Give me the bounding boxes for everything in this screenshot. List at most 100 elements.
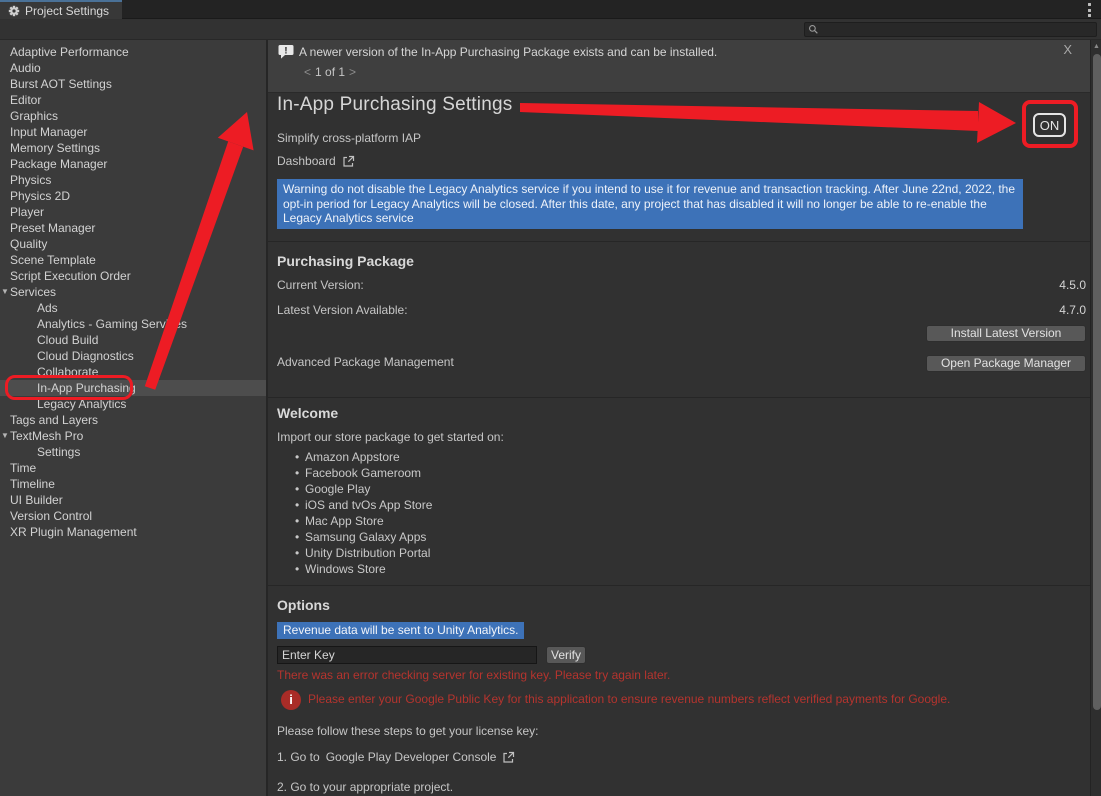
alert-icon: ! xyxy=(278,44,295,63)
sidebar-item-audio[interactable]: Audio xyxy=(0,60,266,76)
sidebar-item-label: Physics xyxy=(10,173,51,187)
sidebar-item-settings[interactable]: Settings xyxy=(0,444,266,460)
sidebar-item-quality[interactable]: Quality xyxy=(0,236,266,252)
sidebar-item-scene-template[interactable]: Scene Template xyxy=(0,252,266,268)
tab-project-settings[interactable]: Project Settings xyxy=(0,0,122,19)
notification-message: A newer version of the In-App Purchasing… xyxy=(299,45,717,59)
sidebar-item-adaptive-performance[interactable]: Adaptive Performance xyxy=(0,44,266,60)
sidebar-item-cloud-build[interactable]: Cloud Build xyxy=(0,332,266,348)
store-name: Unity Distribution Portal xyxy=(305,546,430,560)
sidebar-item-burst-aot-settings[interactable]: Burst AOT Settings xyxy=(0,76,266,92)
store-name: iOS and tvOs App Store xyxy=(305,498,432,512)
sidebar-item-cloud-diagnostics[interactable]: Cloud Diagnostics xyxy=(0,348,266,364)
google-key-notice: Please enter your Google Public Key for … xyxy=(308,692,950,706)
sidebar-item-label: Analytics - Gaming Services xyxy=(37,317,187,331)
bullet-icon: • xyxy=(295,497,305,513)
step-2-text: 2. Go to your appropriate project. xyxy=(277,780,453,794)
sidebar-item-timeline[interactable]: Timeline xyxy=(0,476,266,492)
sidebar-item-player[interactable]: Player xyxy=(0,204,266,220)
sidebar-item-input-manager[interactable]: Input Manager xyxy=(0,124,266,140)
purchasing-package-heading: Purchasing Package xyxy=(277,253,414,269)
sidebar-item-legacy-analytics[interactable]: Legacy Analytics xyxy=(0,396,266,412)
close-icon[interactable]: X xyxy=(1063,42,1072,57)
sidebar-item-label: UI Builder xyxy=(10,493,63,507)
sidebar-item-preset-manager[interactable]: Preset Manager xyxy=(0,220,266,236)
sidebar-item-xr-plugin-management[interactable]: XR Plugin Management xyxy=(0,524,266,540)
scroll-up-icon[interactable]: ▲ xyxy=(1091,41,1101,52)
sidebar-item-physics[interactable]: Physics xyxy=(0,172,266,188)
bullet-icon: • xyxy=(295,545,305,561)
google-play-console-link[interactable]: Google Play Developer Console xyxy=(326,750,497,764)
page-title: In-App Purchasing Settings xyxy=(277,94,512,116)
store-list-item: •Google Play xyxy=(295,481,432,497)
info-icon: i xyxy=(281,690,301,710)
external-link-icon[interactable] xyxy=(502,751,515,764)
sidebar-item-editor[interactable]: Editor xyxy=(0,92,266,108)
search-input[interactable] xyxy=(804,22,1097,37)
bullet-icon: • xyxy=(295,513,305,529)
sidebar-item-package-manager[interactable]: Package Manager xyxy=(0,156,266,172)
search-icon xyxy=(808,24,819,35)
sidebar-item-label: Audio xyxy=(10,61,41,75)
welcome-heading: Welcome xyxy=(277,405,338,421)
pager-prev-icon[interactable]: < xyxy=(300,65,315,79)
open-package-manager-button[interactable]: Open Package Manager xyxy=(926,355,1086,372)
annotation-box-on-toggle: ON xyxy=(1022,100,1078,148)
section-separator xyxy=(268,241,1090,242)
options-heading: Options xyxy=(277,597,330,613)
notification-pager: <1 of 1> xyxy=(300,65,360,79)
sidebar-item-time[interactable]: Time xyxy=(0,460,266,476)
dashboard-link[interactable]: Dashboard xyxy=(277,154,355,168)
notification-bar: ! A newer version of the In-App Purchasi… xyxy=(268,40,1090,93)
google-key-input[interactable]: Enter Key xyxy=(277,646,537,664)
sidebar-item-graphics[interactable]: Graphics xyxy=(0,108,266,124)
sidebar-item-ads[interactable]: Ads xyxy=(0,300,266,316)
svg-text:!: ! xyxy=(284,46,287,57)
install-latest-version-button[interactable]: Install Latest Version xyxy=(926,325,1086,342)
gear-icon xyxy=(8,5,20,17)
section-separator xyxy=(268,585,1090,586)
scrollbar-thumb[interactable] xyxy=(1093,54,1101,710)
service-toggle-on[interactable]: ON xyxy=(1033,113,1066,137)
vertical-scrollbar[interactable]: ▲ xyxy=(1090,40,1101,796)
sidebar-item-in-app-purchasing[interactable]: In-App Purchasing xyxy=(0,380,266,396)
sidebar-item-label: Adaptive Performance xyxy=(10,45,129,59)
sidebar-item-memory-settings[interactable]: Memory Settings xyxy=(0,140,266,156)
expander-icon[interactable]: ▼ xyxy=(1,284,9,300)
sidebar-item-label: Version Control xyxy=(10,509,92,523)
settings-toolbar xyxy=(0,20,1101,40)
expander-icon[interactable]: ▼ xyxy=(1,428,9,444)
sidebar-item-script-execution-order[interactable]: Script Execution Order xyxy=(0,268,266,284)
steps-intro: Please follow these steps to get your li… xyxy=(277,724,538,738)
sidebar-item-services[interactable]: ▼Services xyxy=(0,284,266,300)
step-1-prefix: 1. Go to xyxy=(277,750,320,764)
sidebar-item-label: Memory Settings xyxy=(10,141,100,155)
tab-title: Project Settings xyxy=(25,4,109,18)
sidebar-item-label: Input Manager xyxy=(10,125,87,139)
sidebar-item-label: Script Execution Order xyxy=(10,269,131,283)
sidebar-item-physics-2d[interactable]: Physics 2D xyxy=(0,188,266,204)
store-name: Windows Store xyxy=(305,562,386,576)
sidebar-item-textmesh-pro[interactable]: ▼TextMesh Pro xyxy=(0,428,266,444)
store-name: Facebook Gameroom xyxy=(305,466,421,480)
sidebar-item-label: Ads xyxy=(37,301,58,315)
pager-next-icon[interactable]: > xyxy=(345,65,360,79)
sidebar-item-version-control[interactable]: Version Control xyxy=(0,508,266,524)
server-error-text: There was an error checking server for e… xyxy=(277,668,670,682)
sidebar-item-collaborate[interactable]: Collaborate xyxy=(0,364,266,380)
step-1-row: 1. Go to Google Play Developer Console xyxy=(277,750,515,764)
sidebar-item-tags-and-layers[interactable]: Tags and Layers xyxy=(0,412,266,428)
sidebar-item-label: Legacy Analytics xyxy=(37,397,126,411)
store-name: Samsung Galaxy Apps xyxy=(305,530,426,544)
current-version-value: 4.5.0 xyxy=(1059,278,1086,292)
kebab-menu-icon[interactable] xyxy=(1085,3,1093,17)
sidebar-item-analytics-gaming-services[interactable]: Analytics - Gaming Services xyxy=(0,316,266,332)
verify-button[interactable]: Verify xyxy=(546,646,586,664)
sidebar-item-label: Preset Manager xyxy=(10,221,95,235)
sidebar-item-ui-builder[interactable]: UI Builder xyxy=(0,492,266,508)
sidebar-item-label: Burst AOT Settings xyxy=(10,77,112,91)
sidebar-item-label: Collaborate xyxy=(37,365,98,379)
store-name: Google Play xyxy=(305,482,370,496)
section-separator xyxy=(268,397,1090,398)
advanced-package-management-label: Advanced Package Management xyxy=(277,355,454,369)
